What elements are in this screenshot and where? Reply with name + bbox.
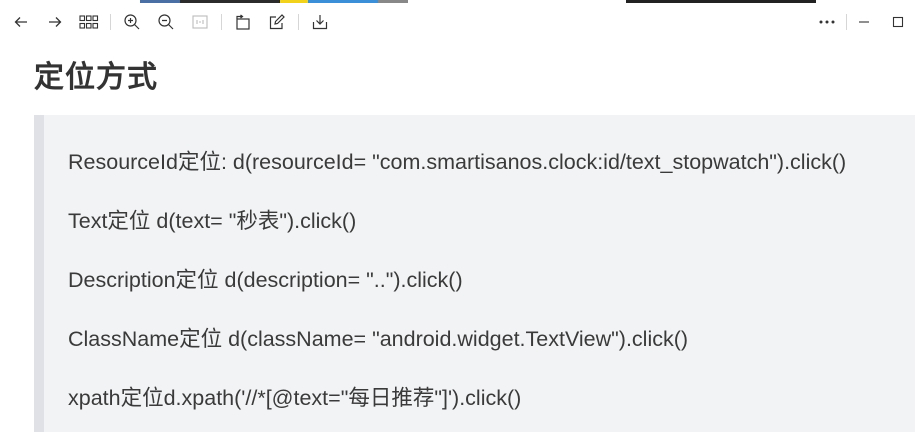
toolbar-divider — [221, 14, 222, 30]
zoom-in-icon[interactable] — [119, 9, 145, 35]
code-line-resourceid: ResourceId定位: d(resourceId= "com.smartis… — [68, 150, 847, 174]
code-line-classname: ClassName定位 d(className= "android.widget… — [68, 327, 689, 351]
thumbnail[interactable] — [280, 0, 308, 3]
back-arrow-icon[interactable] — [8, 9, 34, 35]
viewer-toolbar — [0, 4, 915, 40]
code-line-xpath: xpath定位d.xpath('//*[@text="每日推荐"]').clic… — [68, 386, 522, 410]
edit-icon[interactable] — [264, 9, 290, 35]
thumbnail[interactable] — [378, 0, 408, 3]
toolbar-divider — [298, 14, 299, 30]
thumbnail-strip — [0, 0, 915, 3]
toolbar-divider — [846, 14, 847, 30]
more-icon[interactable] — [814, 9, 840, 35]
blockquote: ResourceId定位: d(resourceId= "com.smartis… — [34, 115, 915, 432]
zoom-out-icon[interactable] — [153, 9, 179, 35]
section-heading: 定位方式 — [34, 60, 158, 95]
download-icon[interactable] — [307, 9, 333, 35]
forward-arrow-icon[interactable] — [42, 9, 68, 35]
rotate-icon[interactable] — [230, 9, 256, 35]
grid-icon[interactable] — [76, 9, 102, 35]
thumbnail[interactable] — [308, 0, 378, 3]
toolbar-divider — [110, 14, 111, 30]
minimize-icon[interactable] — [851, 9, 877, 35]
thumbnail[interactable] — [140, 0, 180, 3]
code-line-text: Text定位 d(text= "秒表").click() — [68, 209, 357, 233]
window-controls — [810, 4, 915, 40]
thumbnail[interactable] — [626, 0, 816, 3]
thumbnail[interactable] — [180, 0, 280, 3]
code-line-description: Description定位 d(description= "..").click… — [68, 268, 463, 292]
maximize-icon[interactable] — [885, 9, 911, 35]
fit-page-icon[interactable] — [187, 9, 213, 35]
